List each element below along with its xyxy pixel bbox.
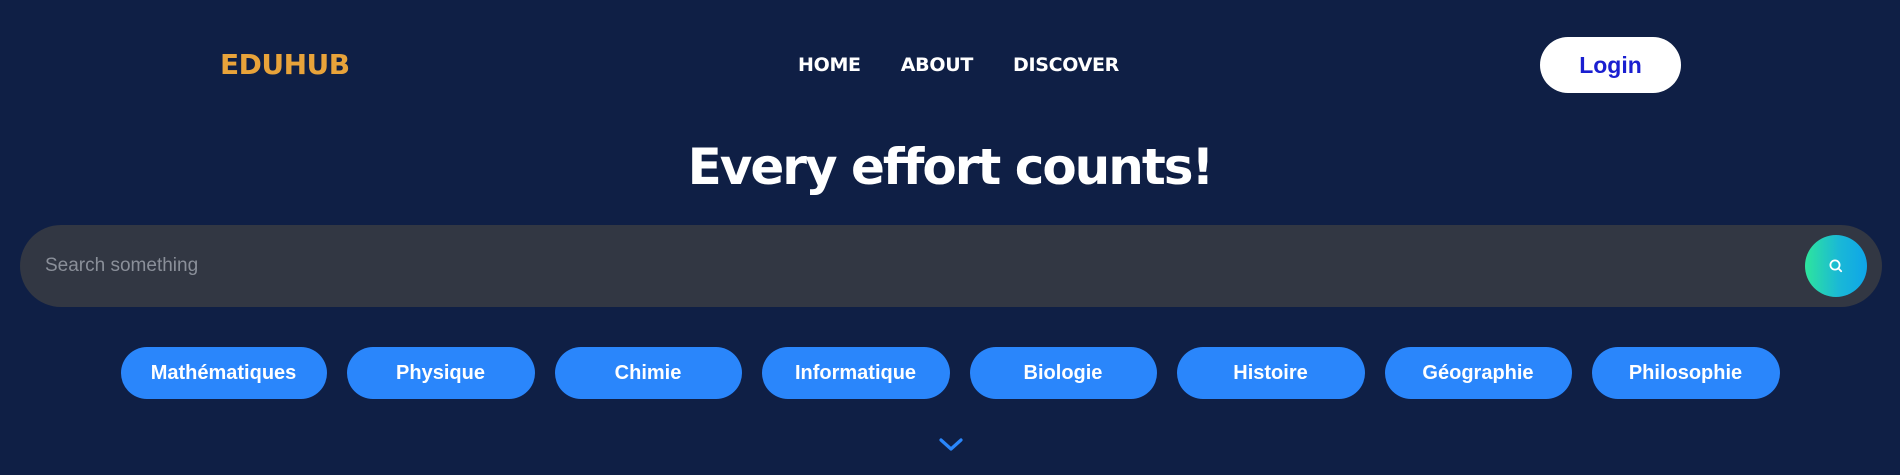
- subject-pill-physique[interactable]: Physique: [346, 347, 535, 399]
- site-logo[interactable]: EDUHUB: [220, 47, 350, 83]
- nav-discover[interactable]: DISCOVER: [1013, 52, 1119, 78]
- main-nav: HOME ABOUT DISCOVER: [798, 52, 1119, 78]
- hero-title: Every effort counts!: [687, 138, 1215, 196]
- nav-home[interactable]: HOME: [798, 52, 861, 78]
- subject-pill-chimie[interactable]: Chimie: [554, 347, 742, 399]
- login-button[interactable]: Login: [1540, 37, 1681, 93]
- subject-pill-biologie[interactable]: Biologie: [969, 347, 1157, 399]
- subject-pill-informatique[interactable]: Informatique: [761, 347, 950, 399]
- search-input[interactable]: [45, 225, 1795, 307]
- site-header: EDUHUB HOME ABOUT DISCOVER Login: [0, 0, 1900, 130]
- search-button[interactable]: [1805, 235, 1867, 297]
- chevron-down-icon[interactable]: [938, 436, 964, 454]
- subject-pill-mathematiques[interactable]: Mathématiques: [120, 347, 327, 399]
- subject-list: Mathématiques Physique Chimie Informatiq…: [0, 347, 1900, 399]
- search-icon: [1829, 259, 1843, 273]
- nav-about[interactable]: ABOUT: [901, 52, 974, 78]
- search-bar: [20, 225, 1882, 307]
- subject-pill-philosophie[interactable]: Philosophie: [1591, 347, 1780, 399]
- subject-pill-histoire[interactable]: Histoire: [1176, 347, 1365, 399]
- subject-pill-geographie[interactable]: Géographie: [1384, 347, 1572, 399]
